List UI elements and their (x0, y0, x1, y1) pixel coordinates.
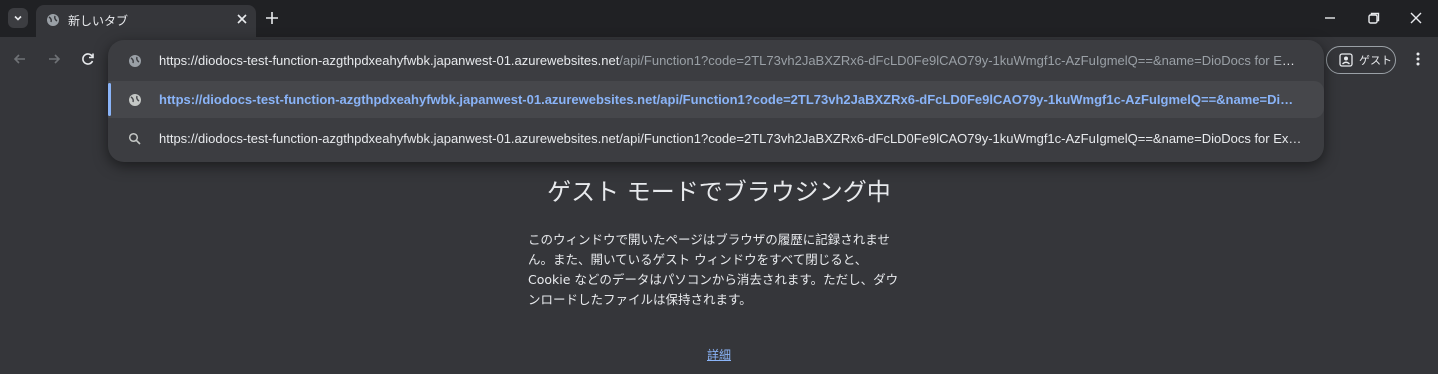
restore-icon[interactable] (1366, 10, 1382, 26)
page-title: ゲスト モードでブラウジング中 (547, 178, 891, 206)
address-path: /api/Function1?code=2TL73vh2JaBXZRx6-dFc… (619, 53, 1299, 68)
tab-title: 新しいタブ (68, 14, 129, 28)
details-link[interactable]: 詳細 (0, 346, 1438, 363)
forward-arrow-icon[interactable] (46, 51, 62, 67)
close-window-icon[interactable] (1408, 10, 1424, 26)
suggestion-search-text: https://diodocs-test-function-azgthpdxea… (159, 131, 1307, 146)
guest-label: ゲスト (1359, 54, 1392, 67)
guest-profile-icon (1339, 53, 1353, 67)
globe-icon (129, 93, 141, 106)
tab-search-button[interactable] (8, 8, 28, 28)
close-icon[interactable] (234, 11, 250, 27)
suggestion-url[interactable]: https://diodocs-test-function-azgthpdxea… (108, 81, 1324, 118)
description-line: ん。また、開いているゲスト ウィンドウをすべて閉じると、 (528, 252, 868, 267)
suggestion-url-text: https://diodocs-test-function-azgthpdxea… (159, 92, 1301, 107)
reload-icon[interactable] (80, 51, 96, 67)
globe-icon (129, 54, 141, 67)
omnibox-dropdown: https://diodocs-test-function-azgthpdxea… (108, 40, 1324, 162)
more-menu-icon[interactable] (1410, 51, 1426, 67)
search-icon (128, 132, 141, 145)
description-line: Cookie などのデータはパソコンから消去されます。ただし、ダウ (528, 272, 899, 287)
address-input[interactable]: https://diodocs-test-function-azgthpdxea… (159, 53, 1299, 68)
address-host: https://diodocs-test-function-azgthpdxea… (159, 53, 620, 68)
address-bar[interactable]: https://diodocs-test-function-azgthpdxea… (108, 42, 1324, 79)
chevron-down-icon (14, 15, 22, 21)
back-arrow-icon[interactable] (12, 51, 28, 67)
description-line: ンロードしたファイルは保持されます。 (528, 292, 752, 307)
guest-mode-description: このウィンドウで開いたページはブラウザの履歴に記録されませ ん。また、開いている… (528, 230, 908, 310)
guest-profile-button[interactable]: ゲスト (1326, 46, 1396, 74)
minimize-icon[interactable] (1322, 10, 1338, 26)
globe-icon (47, 14, 59, 26)
tab-new-tab[interactable]: 新しいタブ (36, 5, 256, 37)
suggestion-search[interactable]: https://diodocs-test-function-azgthpdxea… (108, 120, 1324, 157)
new-tab-plus-icon[interactable] (264, 10, 280, 26)
description-line: このウィンドウで開いたページはブラウザの履歴に記録されませ (528, 232, 890, 247)
tab-strip: 新しいタブ (0, 0, 1438, 37)
